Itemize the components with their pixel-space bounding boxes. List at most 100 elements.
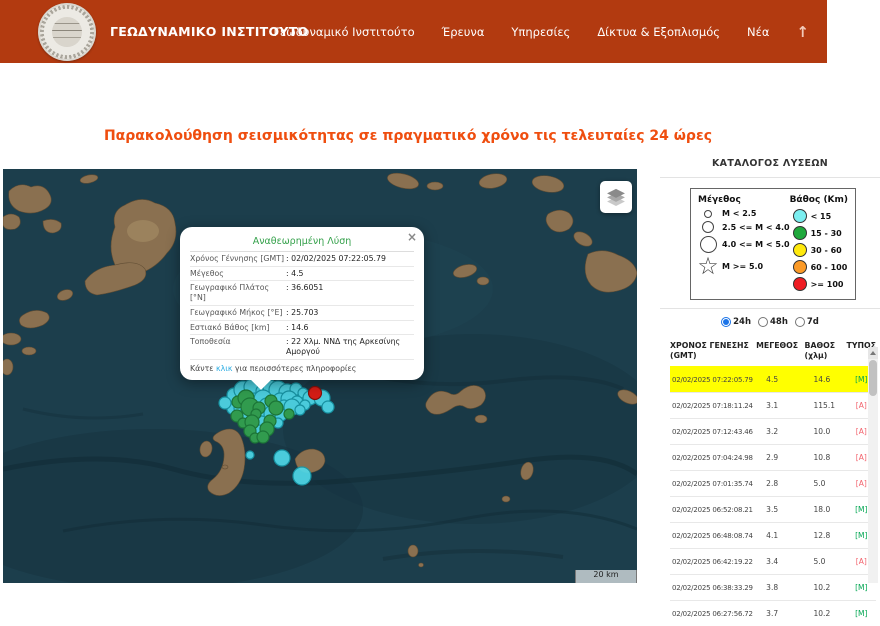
popup-field: Εστιακό Βάθος [km] : 14.6 [190,321,414,336]
scrollbar-up-arrow-icon[interactable] [868,347,878,359]
popup-field-label: Χρόνος Γέννησης [GMT] [190,254,286,264]
range-radio[interactable] [758,317,768,327]
legend-magnitude-item: M < 2.5 [698,209,790,218]
magnitude-symbol-icon [698,236,718,253]
nav-item[interactable]: Έρευνα [442,25,485,39]
nav-item[interactable]: Δίκτυα & Εξοπλισμός [597,25,720,39]
quake-depth: 12.8 [805,523,847,549]
quake-depth: 10.2 [805,575,847,601]
table-header-row: ΧΡΟΝΟΣ ΓΕΝΕΣΗΣ (GMT) ΜΕΓΕΘΟΣ ΒΑΘΟΣ (χλμ)… [670,337,876,367]
quake-depth: 5.0 [805,471,847,497]
quake-magnitude: 3.1 [756,393,804,419]
quake-time: 02/02/2025 06:27:56.72 [670,601,756,626]
popup-field-label: Τοποθεσία [190,337,286,356]
seismicity-map[interactable]: 20 km × Αναθεωρημένη Λύση Χρόνος Γέννηση… [3,169,637,583]
page-title: Παρακολούθηση σεισμικότητας σε πραγματικ… [0,128,816,144]
earthquake-marker-deep[interactable] [309,387,322,400]
map-scale-bar: 20 km [575,570,637,583]
quake-time: 02/02/2025 06:38:33.29 [670,575,756,601]
legend-depth-item: 30 - 60 [790,243,852,257]
scrollbar-thumb[interactable] [869,360,877,396]
quake-magnitude: 3.4 [756,549,804,575]
legend-box: Μέγεθος M < 2.5 2.5 <= M < 4.0 4.0 < [690,188,856,300]
quake-type: [M] [847,601,876,626]
earthquake-row[interactable]: 02/02/2025 07:12:43.46 3.2 10.0 [A] [670,419,876,445]
quake-time: 02/02/2025 06:48:08.74 [670,523,756,549]
range-option[interactable]: 48h [758,317,788,327]
quake-time: 02/02/2025 06:42:19.22 [670,549,756,575]
popup-field-label: Εστιακό Βάθος [km] [190,323,286,333]
quake-depth: 18.0 [805,497,847,523]
solutions-panel: ΚΑΤΑΛΟΓΟΣ ΛΥΣΕΩΝ Μέγεθος M < 2.5 2.5 <= … [660,150,880,626]
depth-legend-title: Βάθος (Km) [790,195,852,205]
scroll-to-top-icon[interactable]: ↑ [796,23,809,41]
popup-field-label: Γεωγραφικό Πλάτος [°N] [190,283,286,302]
nav-item[interactable]: Υπηρεσίες [511,25,570,39]
earthquake-row[interactable]: 02/02/2025 07:18:11.24 3.1 115.1 [A] [670,393,876,419]
popup-field-value: : 25.703 [286,308,414,318]
quake-depth: 10.0 [805,419,847,445]
legend-depth-item: 60 - 100 [790,260,852,274]
nav-item[interactable]: Γεωδυναμικό Ινστιτούτο [274,25,415,39]
quake-time: 02/02/2025 07:18:11.24 [670,393,756,419]
earthquake-row[interactable]: 02/02/2025 06:52:08.21 3.5 18.0 [M] [670,497,876,523]
col-header-time: ΧΡΟΝΟΣ ΓΕΝΕΣΗΣ (GMT) [670,337,756,367]
earthquake-row[interactable]: 02/02/2025 06:27:56.72 3.7 10.2 [M] [670,601,876,626]
divider [660,177,880,178]
layers-control-button[interactable] [600,181,632,213]
legend-depth-item: < 15 [790,209,852,223]
popup-footer: Κάντε κλικ για περισσότερες πληροφορίες [190,360,414,374]
quake-time: 02/02/2025 07:01:35.74 [670,471,756,497]
earthquake-row[interactable]: 02/02/2025 07:01:35.74 2.8 5.0 [A] [670,471,876,497]
popup-field-label: Μέγεθος [190,269,286,279]
popup-field-value: : 14.6 [286,323,414,333]
earthquake-row[interactable]: 02/02/2025 07:04:24.98 2.9 10.8 [A] [670,445,876,471]
time-range-selector: 24h 48h 7d [660,317,880,327]
quake-magnitude: 3.2 [756,419,804,445]
popup-field: Γεωγραφικό Μήκος [°E] : 25.703 [190,306,414,321]
popup-field-value: : 22 Χλμ. ΝΝΔ της Αρκεσίνης Αμοργού [286,337,414,356]
quake-depth: 115.1 [805,393,847,419]
navbar: ΓΕΩΔΥΝΑΜΙΚΟ ΙΝΣΤΙΤΟΥΤΟ Γεωδυναμικό Ινστι… [0,0,827,63]
popup-field-value: : 4.5 [286,269,414,279]
quake-magnitude: 3.7 [756,601,804,626]
nav-item[interactable]: Νέα [747,25,769,39]
quake-depth: 10.8 [805,445,847,471]
magnitude-symbol-icon [698,256,718,276]
legend-magnitude-item: 4.0 <= M < 5.0 [698,236,790,253]
earthquake-row[interactable]: 02/02/2025 06:42:19.22 3.4 5.0 [A] [670,549,876,575]
main-nav: Γεωδυναμικό Ινστιτούτο Έρευνα Υπηρεσίες … [274,0,809,63]
popup-rows: Χρόνος Γέννησης [GMT] : 02/02/2025 07:22… [190,252,414,360]
range-radio[interactable] [721,317,731,327]
depth-color-icon [793,260,807,274]
legend-magnitude-item: M >= 5.0 [698,256,790,276]
quake-magnitude: 4.5 [756,367,804,393]
quake-time: 02/02/2025 06:52:08.21 [670,497,756,523]
quake-depth: 5.0 [805,549,847,575]
quake-magnitude: 3.5 [756,497,804,523]
popup-field-value: : 36.6051 [286,283,414,302]
depth-color-icon [793,226,807,240]
nav-items: Γεωδυναμικό Ινστιτούτο Έρευνα Υπηρεσίες … [274,25,770,39]
magnitude-symbol-icon [698,221,718,233]
quake-time: 02/02/2025 07:04:24.98 [670,445,756,471]
depth-color-icon [793,277,807,291]
range-option[interactable]: 24h [721,317,751,327]
earthquake-row[interactable]: 02/02/2025 07:22:05.79 4.5 14.6 [M] [670,367,876,393]
range-option[interactable]: 7d [795,317,819,327]
quake-magnitude: 4.1 [756,523,804,549]
popup-field-label: Γεωγραφικό Μήκος [°E] [190,308,286,318]
quake-magnitude: 3.8 [756,575,804,601]
popup-close-icon[interactable]: × [407,230,417,244]
popup-field: Τοποθεσία : 22 Χλμ. ΝΝΔ της Αρκεσίνης Αμ… [190,335,414,359]
col-header-depth: ΒΑΘΟΣ (χλμ) [805,337,847,367]
earthquake-row[interactable]: 02/02/2025 06:38:33.29 3.8 10.2 [M] [670,575,876,601]
earthquake-row[interactable]: 02/02/2025 06:48:08.74 4.1 12.8 [M] [670,523,876,549]
range-radio[interactable] [795,317,805,327]
popup-field-value: : 02/02/2025 07:22:05.79 [286,254,414,264]
popup-field: Μέγεθος : 4.5 [190,267,414,282]
legend-depth-item: 15 - 30 [790,226,852,240]
more-info-link[interactable]: κλικ [216,364,232,373]
table-scrollbar[interactable] [868,347,878,583]
institute-seal-logo[interactable] [38,3,96,61]
